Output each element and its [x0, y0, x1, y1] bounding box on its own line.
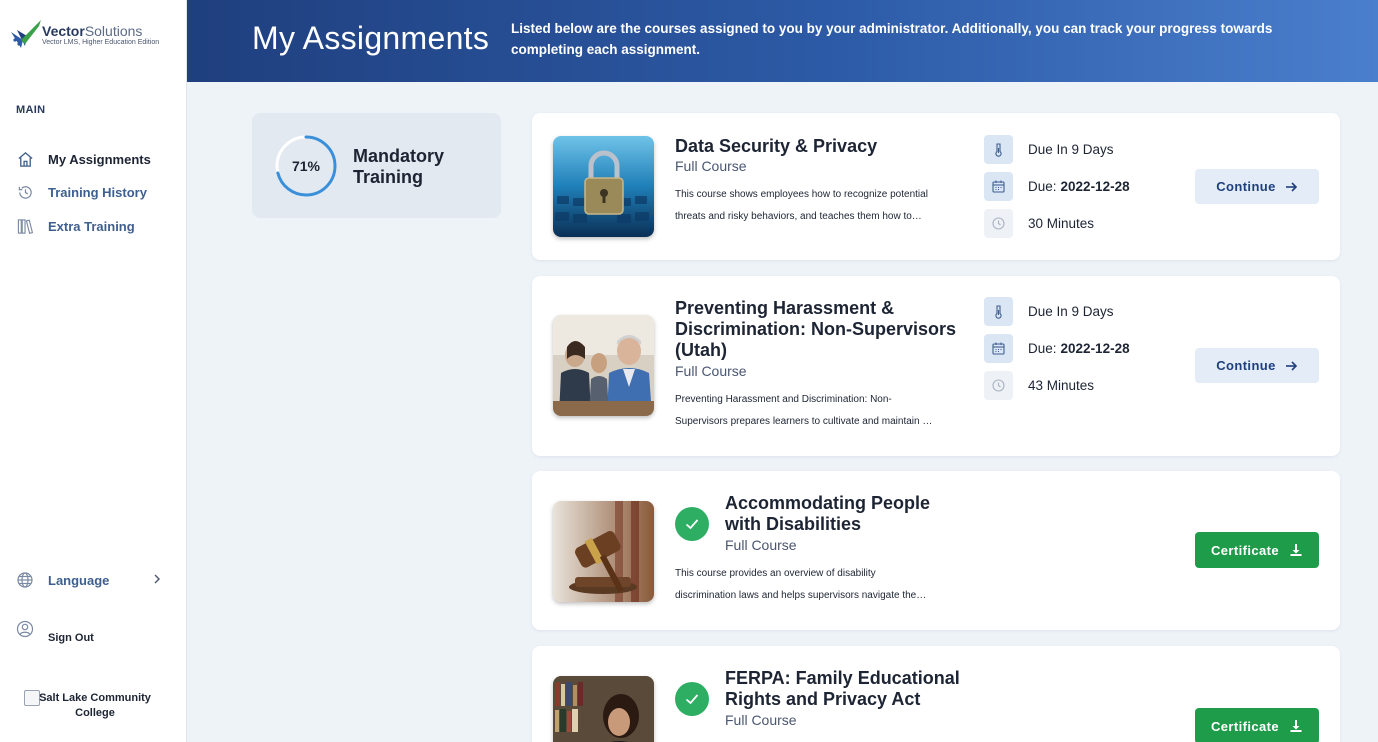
- duration-row: 43 Minutes: [984, 371, 1094, 400]
- thermometer-icon: [984, 135, 1013, 164]
- course-thumbnail-gavel[interactable]: [553, 501, 654, 602]
- progress-title: Mandatory Training: [353, 146, 445, 187]
- user-circle-icon[interactable]: [16, 620, 34, 638]
- home-icon: [16, 150, 34, 168]
- sidebar-item-training-history[interactable]: Training History: [16, 181, 147, 203]
- certificate-download-button[interactable]: Certificate: [1195, 532, 1319, 568]
- history-icon: [16, 183, 34, 201]
- college-logo: Salt Lake Community College: [24, 690, 174, 724]
- download-icon: [1290, 544, 1302, 556]
- due-date-row: Due: 2022-12-28: [984, 172, 1130, 201]
- nav-section-label: MAIN: [16, 104, 46, 116]
- course-thumbnail-padlock[interactable]: [553, 136, 654, 237]
- due-date-row: Due: 2022-12-28: [984, 334, 1130, 363]
- logo-wordmark: VectorSolutions: [42, 23, 143, 39]
- page-description: Listed below are the courses assigned to…: [511, 21, 1273, 57]
- course-title[interactable]: Accommodating People with Disabilities: [725, 493, 955, 535]
- sidebar-item-label: My Assignments: [48, 151, 151, 167]
- course-description: Preventing Harassment and Discrimination…: [675, 394, 933, 427]
- language-label: Language: [48, 572, 110, 588]
- completed-check-icon: [675, 682, 709, 716]
- sign-out-link[interactable]: Sign Out: [48, 632, 94, 644]
- progress-percent: 71%: [291, 158, 321, 174]
- page-title: My Assignments: [252, 20, 490, 56]
- due-in-row: Due In 9 Days: [984, 135, 1114, 164]
- course-thumbnail-library[interactable]: [553, 676, 654, 742]
- sidebar-item-label: Extra Training: [48, 218, 135, 234]
- language-selector[interactable]: Language: [16, 569, 164, 591]
- course-card: FERPA: Family Educational Rights and Pri…: [532, 646, 1340, 742]
- sidebar: VectorSolutions Vector LMS, Higher Educa…: [0, 0, 187, 742]
- course-type: Full Course: [675, 363, 747, 379]
- logo-mark-icon: [11, 20, 41, 48]
- college-name: Salt Lake Community College: [39, 692, 151, 719]
- course-type: Full Course: [725, 537, 797, 553]
- download-icon: [1290, 720, 1302, 732]
- clock-icon: [984, 209, 1013, 238]
- duration-row: 30 Minutes: [984, 209, 1094, 238]
- course-description: This course provides an overview of disa…: [675, 568, 927, 601]
- sidebar-item-my-assignments[interactable]: My Assignments: [16, 148, 151, 170]
- vector-solutions-logo[interactable]: VectorSolutions Vector LMS, Higher Educa…: [9, 18, 179, 54]
- sidebar-item-label: Training History: [48, 184, 147, 200]
- course-description: This course shows employees how to recog…: [675, 189, 928, 222]
- course-title[interactable]: Preventing Harassment & Discrimination: …: [675, 298, 960, 361]
- logo-tagline: Vector LMS, Higher Education Edition: [42, 39, 160, 46]
- continue-button[interactable]: Continue: [1195, 169, 1319, 204]
- calendar-icon: [984, 334, 1013, 363]
- arrow-right-icon: [1285, 181, 1297, 192]
- course-card: Preventing Harassment & Discrimination: …: [532, 276, 1340, 456]
- globe-icon: [16, 571, 34, 589]
- chevron-right-icon: [154, 574, 160, 584]
- arrow-right-icon: [1285, 360, 1297, 371]
- course-thumbnail-meeting[interactable]: [553, 315, 654, 416]
- books-icon: [16, 217, 34, 235]
- certificate-download-button[interactable]: Certificate: [1195, 708, 1319, 742]
- clock-icon: [984, 371, 1013, 400]
- page-header: My Assignments Listed below are the cour…: [187, 0, 1378, 82]
- thermometer-icon: [984, 297, 1013, 326]
- mandatory-training-progress-card: 71% Mandatory Training: [252, 113, 501, 218]
- completed-check-icon: [675, 507, 709, 541]
- sidebar-item-extra-training[interactable]: Extra Training: [16, 215, 135, 237]
- course-card: Data Security & Privacy Full Course This…: [532, 113, 1340, 260]
- due-in-row: Due In 9 Days: [984, 297, 1114, 326]
- course-type: Full Course: [725, 712, 797, 728]
- course-type: Full Course: [675, 158, 747, 174]
- continue-button[interactable]: Continue: [1195, 348, 1319, 383]
- course-title[interactable]: Data Security & Privacy: [675, 136, 877, 157]
- calendar-icon: [984, 172, 1013, 201]
- course-card: Accommodating People with Disabilities F…: [532, 471, 1340, 630]
- course-title[interactable]: FERPA: Family Educational Rights and Pri…: [725, 668, 965, 710]
